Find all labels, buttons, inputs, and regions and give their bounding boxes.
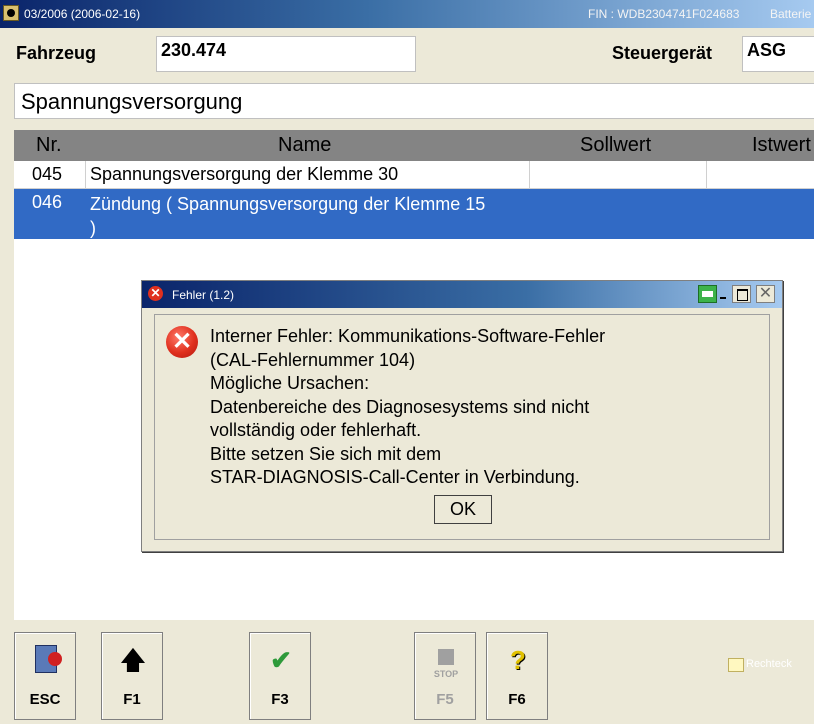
app-icon xyxy=(3,5,19,21)
ecu-label: Steuergerät xyxy=(612,43,713,63)
exit-door-icon xyxy=(35,645,62,673)
print-icon[interactable] xyxy=(698,285,717,303)
cell-sollwert xyxy=(530,161,707,189)
vehicle-field[interactable]: 230.474 xyxy=(156,36,416,72)
f1-button[interactable]: 🡅 F1 xyxy=(101,632,163,720)
f6-button[interactable]: ? F6 xyxy=(486,632,548,720)
f6-label: F6 xyxy=(508,691,526,708)
message-line: (CAL-Fehlernummer 104) xyxy=(210,349,416,370)
message-line: Bitte setzen Sie sich mit dem xyxy=(210,443,442,464)
cell-nr: 046 xyxy=(32,192,63,212)
ecu-field[interactable]: ASG xyxy=(742,36,814,72)
table-header: Nr. Name Sollwert Istwert xyxy=(14,130,814,161)
error-message: Interner Fehler: Kommunikations-Software… xyxy=(210,325,750,490)
column-name[interactable]: Name xyxy=(278,134,331,157)
error-small-icon: ✕ xyxy=(148,286,163,301)
minimize-button[interactable] xyxy=(718,285,730,303)
cell-name-line: ) xyxy=(90,218,96,238)
legend-label: Rechteck xyxy=(746,658,792,670)
column-istwert[interactable]: Istwert xyxy=(752,134,811,157)
checkmark-icon: ✔ xyxy=(270,645,292,675)
esc-button[interactable]: ESC xyxy=(14,632,76,720)
f5-button[interactable]: STOP F5 xyxy=(414,632,476,720)
column-nr[interactable]: Nr. xyxy=(36,134,62,157)
message-line: vollständig oder fehlerhaft. xyxy=(210,420,422,440)
f3-button[interactable]: ✔ F3 xyxy=(249,632,311,720)
section-title-field: Spannungsversorgung xyxy=(14,83,814,119)
stop-icon-text: STOP xyxy=(433,669,459,679)
esc-label: ESC xyxy=(29,691,61,708)
table-row-selected[interactable]: 046 Zündung ( Spannungsversorgung der Kl… xyxy=(14,189,814,239)
message-line: STAR-DIAGNOSIS-Call-Center in Verbindung… xyxy=(210,467,580,487)
message-line: Interner Fehler: Kommunikations-Software… xyxy=(210,326,606,346)
arrow-up-icon: 🡅 xyxy=(119,645,147,675)
help-icon: ? xyxy=(510,645,526,675)
error-dialog: ✕ Fehler (1.2) ✕ ✕ Interner Fehler: Komm… xyxy=(141,280,783,552)
window-title-bar: 03/2006 (2006-02-16) FIN : WDB2304741F02… xyxy=(0,0,814,28)
cell-name: Zündung ( Spannungsversorgung der Klemme… xyxy=(86,189,530,239)
battery-label: Batterie xyxy=(770,7,812,21)
column-sollwert[interactable]: Sollwert xyxy=(580,134,651,157)
f5-label: F5 xyxy=(436,691,454,708)
legend-swatch xyxy=(728,658,744,672)
table-row[interactable]: 045 Spannungsversorgung der Klemme 30 xyxy=(14,161,814,189)
dialog-title: Fehler (1.2) xyxy=(172,288,235,302)
dialog-title-bar: ✕ Fehler (1.2) ✕ xyxy=(142,281,782,308)
cell-name: Spannungsversorgung der Klemme 30 xyxy=(86,161,530,189)
f3-label: F3 xyxy=(271,691,289,708)
f1-label: F1 xyxy=(123,691,141,708)
close-button[interactable]: ✕ xyxy=(756,285,775,303)
fin-label: FIN : WDB2304741F024683 xyxy=(588,7,740,21)
legend: Rechteck xyxy=(728,656,814,674)
cell-istwert xyxy=(707,161,814,189)
error-icon: ✕ xyxy=(166,326,198,358)
message-line: Datenbereiche des Diagnosesystems sind n… xyxy=(210,396,590,417)
cell-name-line: Zündung ( Spannungsversorgung der Klemme… xyxy=(90,194,486,214)
vehicle-label: Fahrzeug xyxy=(16,43,97,63)
window-title: 03/2006 (2006-02-16) xyxy=(24,7,141,21)
stop-icon: STOP xyxy=(431,645,461,679)
maximize-button[interactable] xyxy=(732,285,751,303)
ok-button[interactable]: OK xyxy=(434,495,492,524)
message-line: Mögliche Ursachen: xyxy=(210,373,370,393)
cell-nr: 045 xyxy=(14,161,86,189)
